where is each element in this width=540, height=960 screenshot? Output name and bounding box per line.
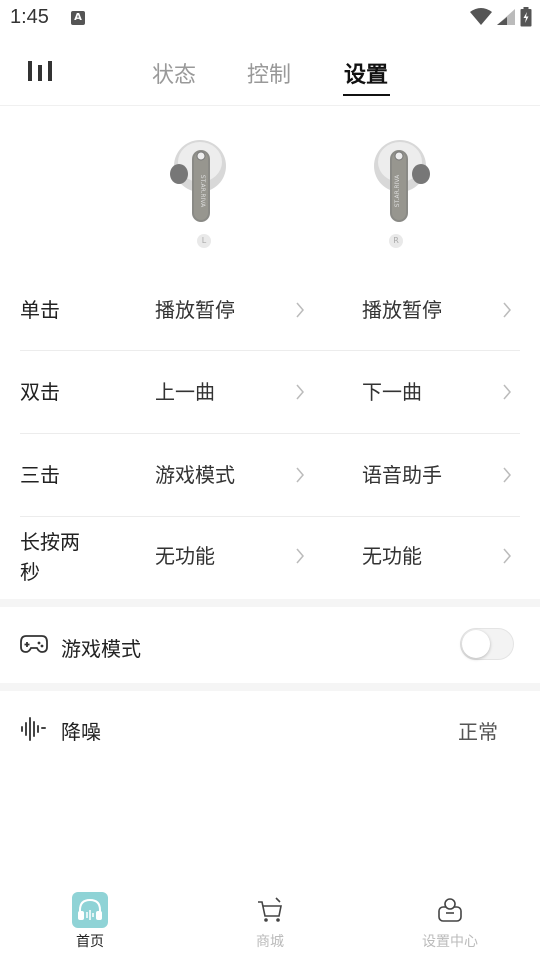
cart-icon	[258, 897, 282, 922]
status-time: 1:45	[10, 6, 49, 28]
row-label: 单击	[20, 298, 60, 322]
nav-label: 设置中心	[422, 934, 478, 950]
row-label: 三击	[20, 463, 60, 487]
bottom-nav: 首页 商城 设置中心	[0, 882, 540, 960]
notification-badge-icon: A	[71, 11, 85, 25]
svg-text:ST.AR.RIVA: ST.AR.RIVA	[199, 175, 206, 208]
right-action-select[interactable]: 语音助手	[362, 460, 442, 490]
settings-center-icon	[438, 898, 462, 922]
nav-shop[interactable]: 商城	[210, 892, 330, 951]
noise-cancel-row[interactable]: 降噪 正常	[0, 691, 540, 767]
chevron-right-icon[interactable]	[501, 383, 513, 401]
chevron-right-icon[interactable]	[294, 466, 306, 484]
sound-wave-icon	[21, 717, 46, 741]
chevron-right-icon[interactable]	[501, 547, 513, 565]
row-label: 长按两秒	[20, 530, 80, 584]
left-action-select[interactable]: 上一曲	[155, 377, 215, 407]
left-action-select[interactable]: 游戏模式	[155, 460, 235, 490]
right-action-select[interactable]: 下一曲	[362, 377, 422, 407]
gesture-row-single-tap: 单击 播放暂停 播放暂停	[20, 268, 520, 351]
right-earbud-image: ST.AR.RIVA	[374, 140, 430, 222]
left-earbud-label: L	[197, 234, 211, 248]
game-mode-label: 游戏模式	[61, 637, 141, 661]
noise-cancel-label: 降噪	[61, 720, 101, 744]
active-tab-indicator	[343, 94, 390, 96]
headphones-icon	[72, 892, 108, 928]
nav-label: 商城	[256, 934, 284, 950]
row-label: 双击	[20, 380, 60, 404]
wifi-icon	[470, 8, 492, 25]
gesture-row-triple-tap: 三击 游戏模式 语音助手	[20, 434, 520, 517]
toggle-knob	[462, 630, 490, 658]
gamepad-icon	[20, 635, 48, 653]
right-action-select[interactable]: 播放暂停	[362, 295, 442, 325]
tab-settings[interactable]: 设置	[344, 57, 388, 89]
nav-settings-center[interactable]: 设置中心	[390, 892, 510, 951]
svg-text:ST.AR.RIVA: ST.AR.RIVA	[394, 174, 401, 207]
nav-label: 首页	[76, 934, 104, 950]
chevron-right-icon[interactable]	[294, 301, 306, 319]
left-action-select[interactable]: 无功能	[155, 541, 215, 571]
status-icons	[470, 7, 532, 27]
right-earbud-label: R	[389, 234, 403, 248]
game-mode-row: 游戏模式	[0, 607, 540, 683]
chevron-right-icon[interactable]	[294, 547, 306, 565]
section-divider	[0, 599, 540, 607]
tab-control[interactable]: 控制	[247, 57, 291, 89]
chevron-right-icon[interactable]	[501, 301, 513, 319]
chevron-right-icon[interactable]	[501, 466, 513, 484]
left-action-select[interactable]: 播放暂停	[155, 295, 235, 325]
tab-status[interactable]: 状态	[152, 57, 196, 89]
nav-home[interactable]: 首页	[30, 892, 150, 951]
menu-icon[interactable]	[26, 58, 54, 84]
section-divider	[0, 683, 540, 691]
gesture-row-double-tap: 双击 上一曲 下一曲	[20, 351, 520, 434]
noise-cancel-value: 正常	[458, 720, 498, 744]
right-action-select[interactable]: 无功能	[362, 541, 422, 571]
status-bar: 1:45 A	[0, 0, 540, 36]
game-mode-toggle[interactable]	[460, 628, 514, 660]
signal-icon	[497, 9, 515, 25]
chevron-right-icon[interactable]	[294, 383, 306, 401]
gesture-row-long-press: 长按两秒 无功能 无功能	[20, 517, 520, 600]
tab-header: 状态 控制 设置	[0, 36, 540, 106]
left-earbud-image: ST.AR.RIVA	[170, 140, 226, 222]
battery-icon	[520, 7, 532, 27]
